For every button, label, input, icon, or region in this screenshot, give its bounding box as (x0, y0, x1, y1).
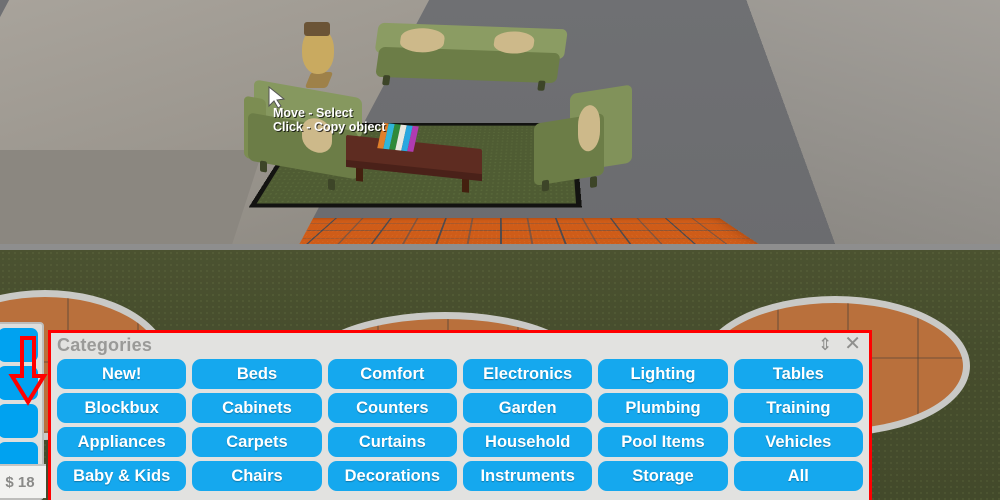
sidebar-button-3[interactable] (0, 404, 38, 438)
chair-leg (542, 179, 549, 192)
floor-lamp[interactable] (296, 18, 340, 88)
table-leg (462, 178, 469, 193)
sofa-leg (260, 160, 267, 173)
category-blockbux[interactable]: Blockbux (57, 393, 187, 423)
category-instruments[interactable]: Instruments (462, 461, 593, 491)
category-appliances[interactable]: Appliances (57, 427, 187, 457)
sofa-leg (328, 178, 335, 191)
money-display: $ 18 (0, 464, 46, 498)
sofa-seat (375, 46, 561, 84)
game-window: Move - Select Click - Copy object $ 18 C… (0, 0, 1000, 500)
lamp-top (304, 22, 330, 36)
sofa-top[interactable] (370, 22, 568, 92)
close-icon[interactable]: ✕ (844, 334, 861, 354)
category-decorations[interactable]: Decorations (327, 461, 457, 491)
sofa-leg (382, 75, 391, 86)
tooltip-line-2: Click - Copy object (273, 120, 386, 134)
categories-panel-header: Categories ⇕ ✕ (51, 333, 869, 359)
category-electronics[interactable]: Electronics (462, 359, 593, 389)
category-chairs[interactable]: Chairs (192, 461, 322, 491)
category-vehicles[interactable]: Vehicles (733, 427, 863, 457)
category-household[interactable]: Household (462, 427, 593, 457)
category-button-grid: New! Beds Comfort Electronics Lighting Tables… (51, 359, 869, 497)
table-leg (356, 166, 363, 182)
annotation-arrow-down-icon (8, 336, 48, 408)
category-comfort[interactable]: Comfort (327, 359, 457, 389)
armchair-right[interactable] (534, 84, 634, 198)
cursor-tooltip: Move - Select Click - Copy object (273, 106, 386, 134)
panel-title: Categories (57, 335, 153, 355)
panel-header-controls: ⇕ ✕ (818, 334, 861, 354)
tooltip-line-1: Move - Select (273, 106, 353, 120)
sofa-leg (537, 80, 546, 91)
category-lighting[interactable]: Lighting (598, 359, 728, 389)
categories-panel[interactable]: Categories ⇕ ✕ New! Beds Comfort Electronic… (48, 330, 872, 500)
category-plumbing[interactable]: Plumbing (598, 393, 728, 423)
category-all[interactable]: All (733, 461, 863, 491)
category-training[interactable]: Training (733, 393, 863, 423)
category-cabinets[interactable]: Cabinets (192, 393, 322, 423)
category-new[interactable]: New! (57, 359, 187, 389)
category-counters[interactable]: Counters (327, 393, 457, 423)
chair-leg (590, 175, 597, 189)
category-pool-items[interactable]: Pool Items (598, 427, 728, 457)
category-baby-kids[interactable]: Baby & Kids (57, 461, 187, 491)
category-garden[interactable]: Garden (462, 393, 593, 423)
category-carpets[interactable]: Carpets (192, 427, 322, 457)
resize-vertical-icon[interactable]: ⇕ (818, 336, 832, 353)
category-beds[interactable]: Beds (192, 359, 322, 389)
category-tables[interactable]: Tables (733, 359, 863, 389)
sofa-left[interactable] (244, 78, 362, 204)
lamp-base (304, 72, 334, 88)
category-curtains[interactable]: Curtains (327, 427, 457, 457)
category-storage[interactable]: Storage (598, 461, 728, 491)
